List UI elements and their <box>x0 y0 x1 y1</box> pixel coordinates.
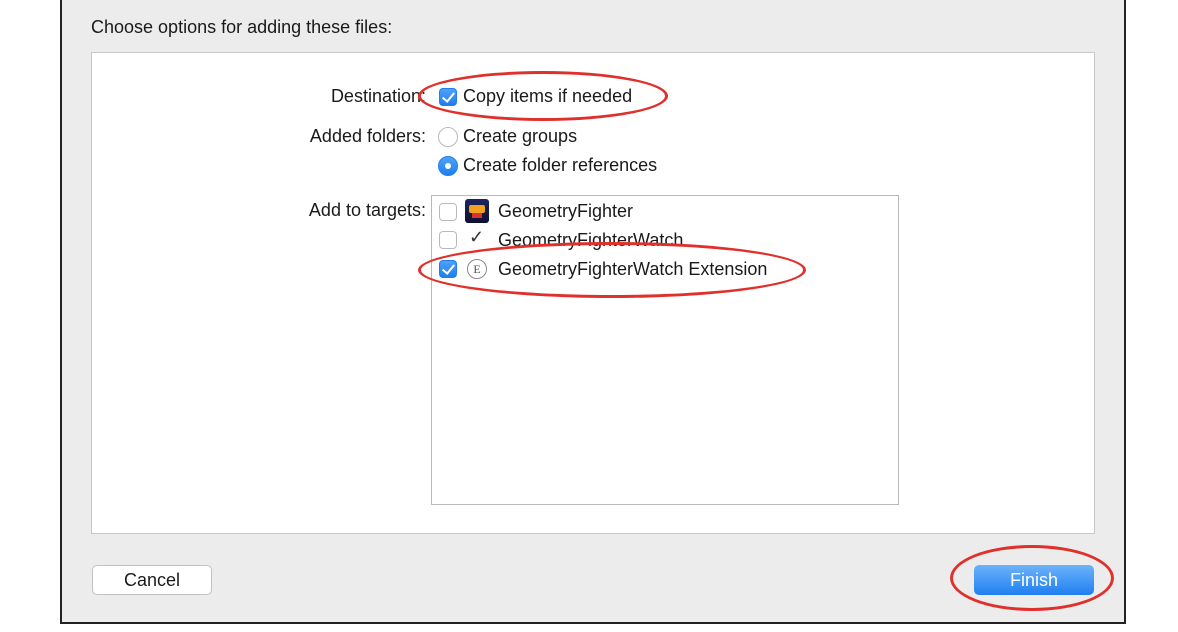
added-folders-label: Added folders: <box>309 126 426 146</box>
target-checkbox[interactable] <box>439 260 457 278</box>
app-icon <box>465 199 489 223</box>
target-name: GeometryFighter <box>498 201 634 221</box>
copy-items-label[interactable]: Copy items if needed <box>463 86 632 107</box>
target-name: GeometryFighterWatch <box>498 230 684 250</box>
target-name: GeometryFighterWatch Extension <box>498 259 768 279</box>
copy-items-checkbox[interactable] <box>439 88 457 106</box>
finish-button[interactable]: Finish <box>974 565 1094 595</box>
create-folder-references-label[interactable]: Create folder references <box>463 155 657 176</box>
cancel-button[interactable]: Cancel <box>92 565 212 595</box>
add-to-targets-label: Add to targets: <box>308 200 426 220</box>
destination-label: Destination: <box>330 86 426 106</box>
dialog-heading: Choose options for adding these files: <box>91 17 393 37</box>
extension-icon: E <box>467 259 487 279</box>
watch-icon: ✓ <box>469 227 485 247</box>
target-checkbox[interactable] <box>439 231 457 249</box>
create-folder-references-radio[interactable] <box>438 156 458 176</box>
create-groups-radio[interactable] <box>438 127 458 147</box>
create-groups-label[interactable]: Create groups <box>463 126 577 147</box>
target-checkbox[interactable] <box>439 203 457 221</box>
